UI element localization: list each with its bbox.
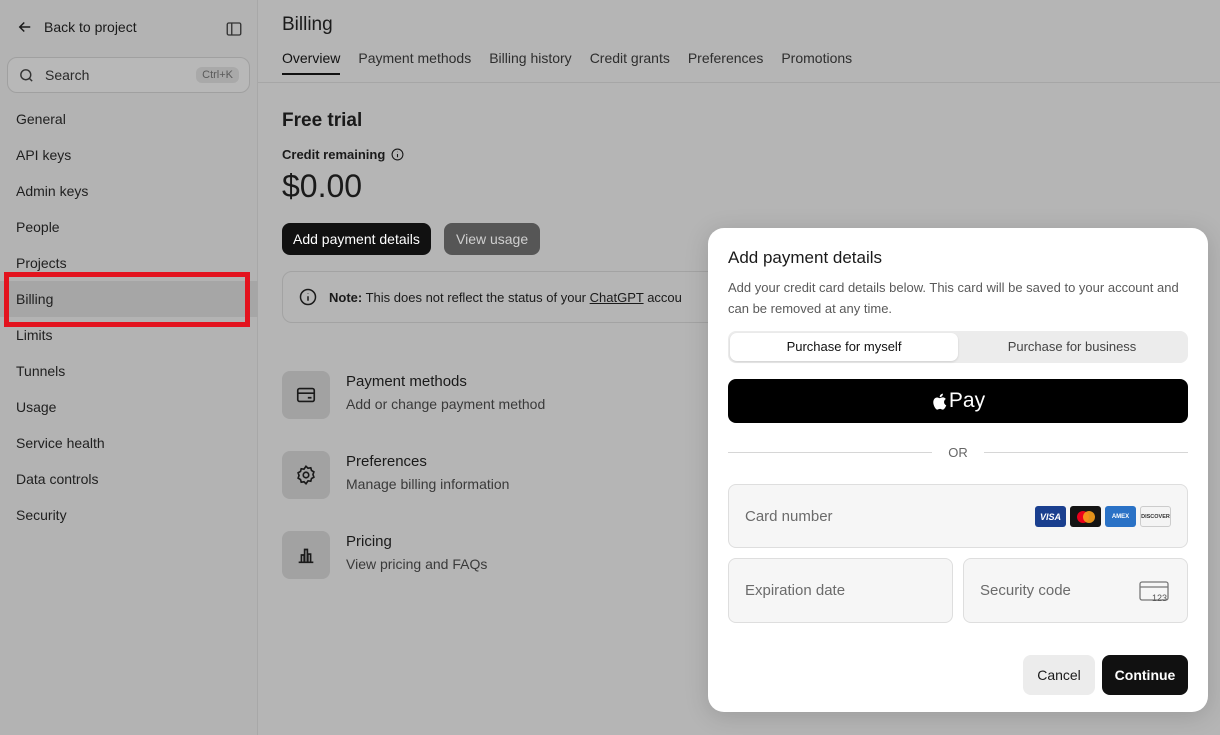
back-label: Back to project: [44, 19, 137, 35]
card-number-placeholder: Card number: [745, 507, 833, 525]
mastercard-logo-icon: [1070, 506, 1101, 527]
note-body: This does not reflect the status of your: [365, 289, 586, 305]
sidebar: Back to project Search Ctrl+K General AP…: [0, 0, 258, 735]
chatgpt-link[interactable]: ChatGPT: [590, 290, 644, 305]
page-title: Billing: [282, 14, 333, 35]
tab-overview[interactable]: Overview: [282, 50, 341, 75]
billing-tabs: Overview Payment methods Billing history…: [282, 50, 852, 75]
note-text: Note: This does not reflect the status o…: [329, 290, 682, 305]
search-placeholder: Search: [45, 67, 90, 83]
pricing-card[interactable]: Pricing View pricing and FAQs: [282, 531, 487, 579]
sidebar-item-api-keys[interactable]: API keys: [0, 137, 258, 173]
card-icon-wrapper: [282, 451, 330, 499]
sidebar-item-service-health[interactable]: Service health: [0, 425, 258, 461]
card-subtitle: Add or change payment method: [346, 396, 546, 412]
discover-logo-icon: DISCOVER: [1140, 506, 1171, 527]
card-title: Payment methods: [346, 373, 467, 390]
card-title: Preferences: [346, 453, 427, 470]
card-text: Payment methods Add or change payment me…: [346, 371, 545, 412]
card-subtitle: View pricing and FAQs: [346, 556, 488, 572]
info-icon: [299, 288, 317, 306]
note-prefix: Note:: [329, 289, 363, 305]
sidebar-item-general[interactable]: General: [0, 101, 258, 137]
security-code-field[interactable]: Security code 123: [963, 558, 1188, 623]
sidebar-item-people[interactable]: People: [0, 209, 258, 245]
apple-logo-icon: [933, 393, 947, 410]
divider-line: [728, 452, 933, 453]
tab-credit-grants[interactable]: Credit grants: [590, 50, 670, 74]
cvc-card-icon: 123: [1139, 581, 1169, 603]
billing-highlight-box: [4, 272, 250, 327]
cancel-button[interactable]: Cancel: [1023, 655, 1095, 695]
view-usage-button[interactable]: View usage: [444, 223, 541, 255]
apple-pay-label: Pay: [948, 389, 986, 412]
search-shortcut: Ctrl+K: [196, 67, 239, 83]
sidebar-item-usage[interactable]: Usage: [0, 389, 258, 425]
bar-chart-icon: [298, 548, 314, 564]
card-text: Pricing View pricing and FAQs: [346, 531, 487, 572]
sidebar-item-admin-keys[interactable]: Admin keys: [0, 173, 258, 209]
payment-methods-card[interactable]: Payment methods Add or change payment me…: [282, 371, 545, 419]
modal-title: Add payment details: [728, 248, 883, 267]
back-to-project-link[interactable]: Back to project: [16, 18, 137, 36]
card-title: Pricing: [346, 533, 392, 550]
cvc-hint: 123: [1152, 593, 1167, 603]
visa-logo-icon: VISA: [1035, 506, 1066, 527]
or-label: OR: [948, 445, 968, 460]
sidebar-item-data-controls[interactable]: Data controls: [0, 461, 258, 497]
modal-description: Add your credit card details below. This…: [728, 280, 1179, 316]
or-divider: OR: [728, 445, 1188, 460]
purchase-for-myself-option[interactable]: Purchase for myself: [730, 333, 958, 361]
card-text: Preferences Manage billing information: [346, 451, 509, 492]
tab-billing-history[interactable]: Billing history: [489, 50, 571, 74]
sidebar-item-tunnels[interactable]: Tunnels: [0, 353, 258, 389]
tab-payment-methods[interactable]: Payment methods: [358, 50, 471, 74]
card-number-field[interactable]: Card number VISA AMEX DISCOVER: [728, 484, 1188, 548]
apple-pay-button[interactable]: Pay: [728, 379, 1188, 423]
search-input[interactable]: Search Ctrl+K: [7, 57, 250, 93]
amex-logo-icon: AMEX: [1105, 506, 1136, 527]
preferences-card[interactable]: Preferences Manage billing information: [282, 451, 509, 499]
note-suffix: accou: [647, 289, 682, 305]
expiration-date-field[interactable]: Expiration date: [728, 558, 953, 623]
purchase-type-toggle: Purchase for myself Purchase for busines…: [728, 331, 1188, 363]
gear-icon: [297, 465, 315, 485]
card-subtitle: Manage billing information: [346, 476, 510, 492]
section-title: Free trial: [282, 110, 363, 131]
card-brands: VISA AMEX DISCOVER: [1035, 506, 1171, 527]
divider-line: [983, 452, 1188, 453]
add-payment-modal: Add payment details Add your credit card…: [708, 228, 1208, 712]
info-icon[interactable]: [391, 148, 404, 161]
credit-label-text: Credit remaining: [282, 147, 386, 162]
continue-button[interactable]: Continue: [1102, 655, 1188, 695]
purchase-for-business-option[interactable]: Purchase for business: [958, 333, 1186, 361]
tabs-divider: [258, 82, 1220, 83]
security-code-placeholder: Security code: [980, 582, 1071, 599]
expiration-placeholder: Expiration date: [745, 582, 846, 599]
credit-card-icon: [296, 387, 316, 403]
card-icon-wrapper: [282, 531, 330, 579]
arrow-left-icon: [18, 21, 31, 33]
search-icon: [20, 68, 33, 82]
add-payment-details-button[interactable]: Add payment details: [282, 223, 431, 255]
sidebar-toggle-icon[interactable]: [225, 20, 243, 38]
credit-amount: $0.00: [282, 168, 363, 204]
card-icon-wrapper: [282, 371, 330, 419]
credit-remaining-label: Credit remaining: [282, 147, 404, 162]
tab-promotions[interactable]: Promotions: [781, 50, 852, 74]
sidebar-item-security[interactable]: Security: [0, 497, 258, 533]
tab-preferences[interactable]: Preferences: [688, 50, 763, 74]
